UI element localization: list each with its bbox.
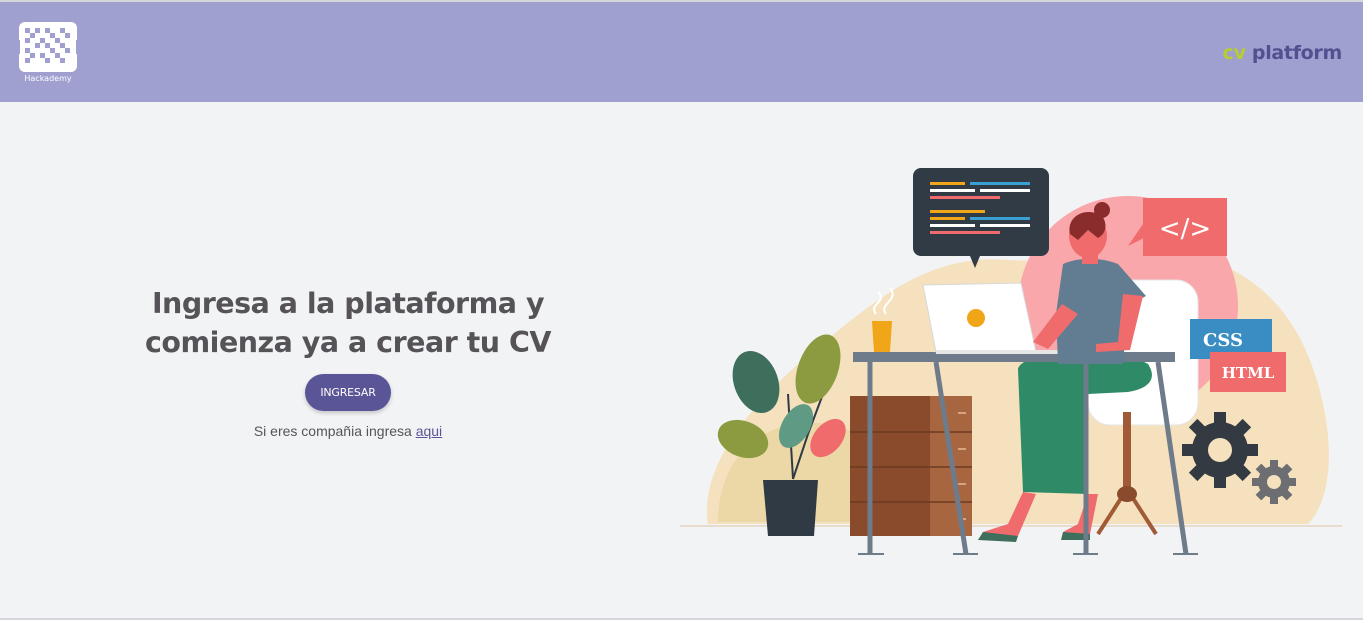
app-header: Hackademy cv platform (0, 2, 1363, 102)
code-badge-text: </> (1159, 214, 1211, 244)
company-login-text: Si eres compañia ingresa aqui (120, 423, 576, 439)
css-badge-text: CSS (1203, 330, 1243, 351)
logo-text: Hackademy (24, 74, 72, 83)
hero-title: Ingresa a la plataforma y comienza ya a … (120, 284, 576, 362)
company-text: Si eres compañia ingresa (253, 423, 416, 439)
brand-prefix: cv (1222, 42, 1246, 64)
logo-mark-icon (15, 22, 81, 72)
html-badge-text: HTML (1222, 364, 1275, 382)
brand-suffix: platform (1245, 42, 1342, 64)
html-badge-icon: HTML (1210, 352, 1286, 392)
code-bubble-icon (913, 168, 1049, 268)
hero-title-line1: Ingresa a la plataforma y (151, 287, 545, 320)
hero-section: Ingresa a la plataforma y comienza ya a … (120, 284, 576, 439)
company-login-link[interactable]: aqui (416, 423, 442, 439)
brand-name[interactable]: cv platform (1222, 42, 1343, 64)
hackademy-logo[interactable]: Hackademy (15, 20, 81, 86)
developer-illustration: </> CSS HTML (680, 168, 1342, 555)
main-content: Ingresa a la plataforma y comienza ya a … (0, 102, 1363, 618)
gear-icon (1182, 412, 1258, 488)
ingresar-button[interactable]: INGRESAR (305, 374, 391, 411)
small-gear-icon (1252, 460, 1296, 504)
hero-title-line2: comienza ya a crear tu CV (145, 326, 551, 359)
